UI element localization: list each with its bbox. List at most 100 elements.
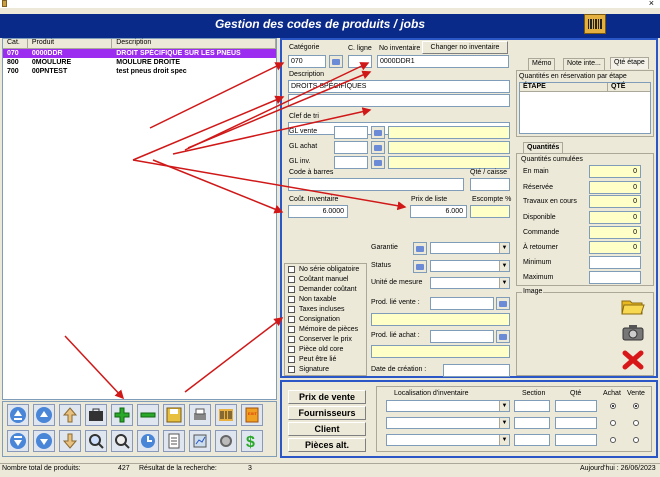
gl-inv-field[interactable] (334, 156, 368, 169)
noinv-field[interactable]: 0000DDR1 (377, 55, 509, 68)
qte-field-1[interactable] (555, 400, 597, 412)
gl-achat-field[interactable] (334, 141, 368, 154)
folder-open-icon[interactable] (621, 296, 645, 316)
achat-radio-3[interactable] (610, 437, 616, 443)
prod-lie-achat-field[interactable] (430, 330, 494, 343)
col-etape-header[interactable]: ÉTAPE (520, 83, 608, 91)
checkbox-peut-etre-lie[interactable]: Peut être lié (288, 356, 336, 363)
prix-vente-button[interactable]: Prix de vente (288, 390, 366, 404)
checkbox-non-taxable[interactable]: Non taxable (288, 296, 336, 303)
garantie-lookup-icon[interactable] (413, 242, 427, 255)
section-field-2[interactable] (514, 417, 550, 429)
localisation-select-1[interactable]: ▼ (386, 400, 510, 412)
qty-maximum-field[interactable] (589, 271, 641, 284)
checkbox-conserver-prix[interactable]: Conserver le prix (288, 336, 352, 343)
previous-record-icon[interactable] (33, 404, 55, 426)
add-icon[interactable] (111, 404, 133, 426)
save-icon[interactable] (163, 404, 185, 426)
date-creation-field[interactable] (443, 364, 510, 377)
achat-radio-2[interactable] (610, 420, 616, 426)
gl-achat-lookup-icon[interactable] (371, 141, 385, 154)
col-produit-header[interactable]: Produit (28, 39, 113, 48)
settings-icon[interactable] (215, 430, 237, 452)
col-cat-header[interactable]: Cat. (3, 39, 28, 48)
localisation-select-2[interactable]: ▼ (386, 417, 510, 429)
list-item[interactable]: 070 0000DDR DROIT SPÉCIFIQUE SUR LES PNE… (3, 49, 276, 58)
section-field-1[interactable] (514, 400, 550, 412)
section-field-3[interactable] (514, 434, 550, 446)
cligne-label: C. ligne (348, 45, 372, 52)
search-icon[interactable] (111, 430, 133, 452)
barcode-print-icon[interactable] (215, 404, 237, 426)
change-inventory-button[interactable]: Changer no inventaire (422, 41, 508, 54)
print-icon[interactable] (189, 404, 211, 426)
report-icon[interactable] (189, 430, 211, 452)
vente-radio-1[interactable] (633, 403, 639, 409)
status-lookup-icon[interactable] (413, 260, 427, 273)
categorie-field[interactable]: 070 (288, 55, 326, 68)
qte-field-3[interactable] (555, 434, 597, 446)
briefcase-icon[interactable] (85, 404, 107, 426)
fournisseurs-button[interactable]: Fournisseurs (288, 406, 366, 420)
remove-icon[interactable] (137, 404, 159, 426)
pieces-alt-button[interactable]: Pièces alt. (288, 438, 366, 452)
client-button[interactable]: Client (288, 422, 366, 436)
achat-radio-1[interactable] (610, 403, 616, 409)
checkbox-taxes-incluses[interactable]: Taxes incluses (288, 306, 345, 313)
vente-radio-2[interactable] (633, 420, 639, 426)
checkbox-signature[interactable]: Signature (288, 366, 329, 373)
exit-icon[interactable]: EXIT (241, 404, 263, 426)
list-item[interactable]: 800 0MOULURE MOULURE DROITE (3, 58, 276, 67)
move-down-icon[interactable] (59, 430, 81, 452)
garantie-select[interactable]: ▼ (430, 242, 510, 254)
last-record-icon[interactable] (7, 430, 29, 452)
col-qte-header[interactable]: QTÉ (608, 83, 625, 91)
tab-note-interne[interactable]: Note inte... (563, 58, 605, 70)
gl-inv-lookup-icon[interactable] (371, 156, 385, 169)
svg-text:EXIT: EXIT (248, 411, 257, 416)
gl-vente-field[interactable] (334, 126, 368, 139)
find-icon[interactable] (85, 430, 107, 452)
checkbox-coutant-manuel[interactable]: Coûtant manuel (288, 276, 348, 283)
checkbox-no-serie[interactable]: No série obligatoire (288, 266, 359, 273)
barcode-icon[interactable] (584, 14, 606, 34)
code-barres-field[interactable] (288, 178, 464, 191)
checkbox-old-core[interactable]: Pièce old core (288, 346, 343, 353)
unite-mesure-select[interactable]: ▼ (430, 277, 510, 289)
history-icon[interactable] (137, 430, 159, 452)
delete-image-icon[interactable] (621, 349, 645, 371)
first-record-icon[interactable] (7, 404, 29, 426)
qte-field-2[interactable] (555, 417, 597, 429)
qte-caisse-field[interactable] (470, 178, 510, 191)
localisation-select-3[interactable]: ▼ (386, 434, 510, 446)
categorie-lookup-icon[interactable] (329, 55, 343, 68)
tab-memo[interactable]: Mémo (528, 58, 556, 70)
product-list[interactable]: Cat. Produit Description 070 0000DDR DRO… (2, 38, 277, 400)
camera-icon[interactable] (621, 322, 645, 342)
escompte-field[interactable] (470, 205, 510, 218)
money-icon[interactable]: $ (241, 430, 263, 452)
cout-inventaire-field[interactable]: 6.0000 (288, 205, 348, 218)
qty-minimum-field[interactable] (589, 256, 641, 269)
close-icon[interactable]: × (649, 0, 654, 8)
prod-lie-achat-lookup-icon[interactable] (496, 330, 510, 343)
status-select[interactable]: ▼ (430, 260, 510, 272)
description-field[interactable]: DROITS SPÉCIFIQUES (288, 80, 510, 93)
gl-vente-lookup-icon[interactable] (371, 126, 385, 139)
vente-radio-3[interactable] (633, 437, 639, 443)
next-record-icon[interactable] (33, 430, 55, 452)
description-field-2[interactable] (288, 94, 510, 107)
move-up-icon[interactable] (59, 404, 81, 426)
tab-qte-etape[interactable]: Qté étape (610, 57, 649, 69)
document-icon[interactable] (163, 430, 185, 452)
checkbox-memoire-pieces[interactable]: Mémoire de pièces (288, 326, 358, 333)
prod-lie-vente-field[interactable] (430, 297, 494, 310)
cligne-field[interactable] (348, 55, 372, 68)
col-description-header[interactable]: Description (112, 39, 276, 48)
list-item[interactable]: 700 00PNTEST test pneus droit spec (3, 67, 276, 76)
prix-liste-field[interactable]: 6.000 (410, 205, 467, 218)
checkbox-consignation[interactable]: Consignation (288, 316, 340, 323)
checkbox-demander-coutant[interactable]: Demander coûtant (288, 286, 357, 293)
etape-table[interactable]: ÉTAPE QTÉ (519, 82, 651, 134)
prod-lie-vente-lookup-icon[interactable] (496, 297, 510, 310)
